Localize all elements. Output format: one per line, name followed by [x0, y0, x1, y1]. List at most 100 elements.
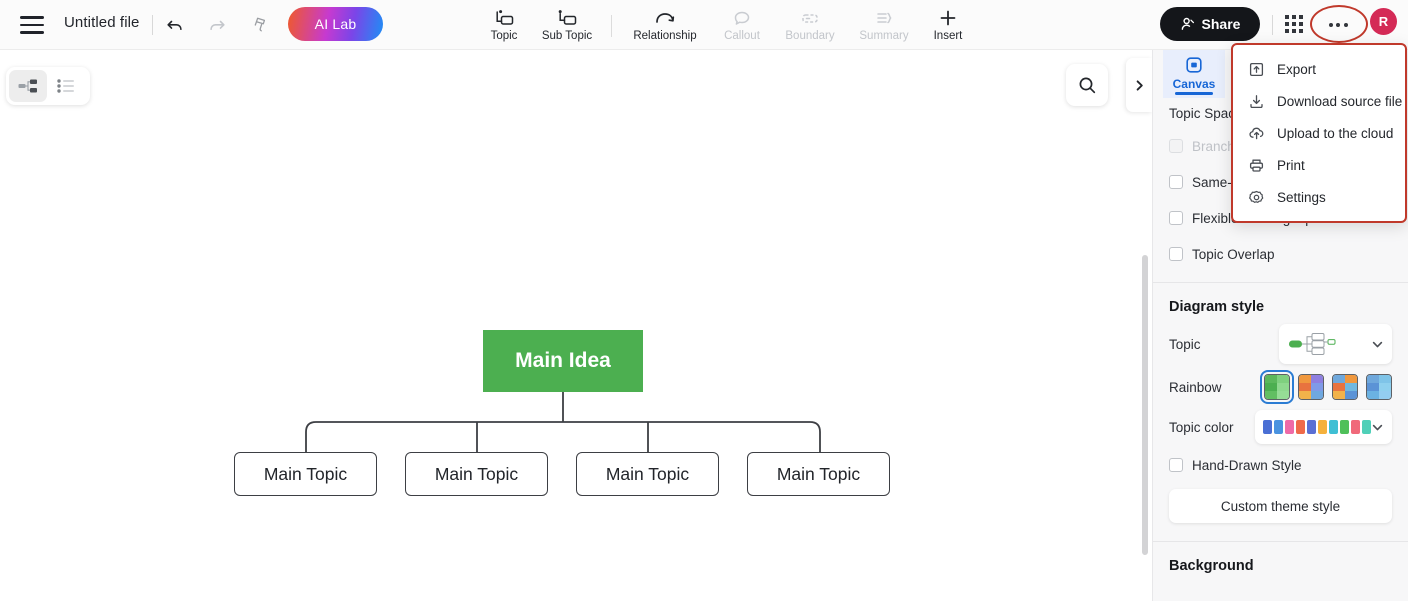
- export-up-box-icon: [1247, 61, 1265, 78]
- menu-item-settings[interactable]: Settings: [1233, 181, 1405, 213]
- view-mode-mindmap-button[interactable]: [9, 70, 47, 102]
- ai-lab-button[interactable]: AI Lab: [288, 7, 383, 41]
- plus-insert-icon: [937, 7, 959, 28]
- callout-bubble-icon: [731, 7, 753, 28]
- menu-item-print[interactable]: Print: [1233, 149, 1405, 181]
- checkbox-topic-overlap[interactable]: Topic Overlap: [1169, 236, 1392, 272]
- hamburger-menu-icon[interactable]: [20, 13, 46, 37]
- chevron-down-icon: [1372, 424, 1383, 430]
- connector-lines: [305, 342, 821, 452]
- user-avatar[interactable]: R: [1370, 8, 1397, 35]
- tool-label: Sub Topic: [541, 30, 593, 42]
- tool-insert[interactable]: Insert: [921, 3, 975, 42]
- chevron-down-icon: [1372, 341, 1383, 347]
- checkbox-box: [1169, 139, 1183, 153]
- tool-relationship[interactable]: Relationship: [619, 3, 711, 42]
- person-share-icon: [1181, 17, 1194, 30]
- rainbow-row: Rainbow: [1169, 367, 1392, 407]
- mindmap-thumbnail-icon: [1287, 331, 1341, 357]
- tool-label: Callout: [724, 30, 760, 42]
- topic-style-row: Topic: [1169, 321, 1392, 367]
- cloud-upload-icon: [1247, 125, 1265, 142]
- tool-label: Insert: [933, 30, 963, 42]
- grid-apps-icon[interactable]: [1285, 15, 1305, 35]
- chevron-right-icon: [1136, 79, 1143, 91]
- view-mode-toggle: [6, 67, 90, 105]
- top-toolbar: Untitled file AI Lab Topic Sub Topic Rel…: [0, 0, 1408, 50]
- outline-view-icon: [57, 79, 74, 93]
- topic-color-row: Topic color: [1169, 407, 1392, 447]
- undo-icon: [167, 20, 182, 30]
- checkbox-box: [1169, 247, 1183, 261]
- tool-label: Topic: [490, 30, 518, 42]
- redo-button[interactable]: [202, 10, 232, 40]
- rainbow-option-blue[interactable]: [1366, 374, 1392, 400]
- menu-item-label: Settings: [1277, 189, 1326, 205]
- tool-label: Relationship: [633, 30, 697, 42]
- topic-style-dropdown[interactable]: [1279, 324, 1392, 364]
- relationship-arrow-icon: [653, 7, 677, 28]
- gear-icon: [1247, 189, 1265, 206]
- file-title[interactable]: Untitled file: [60, 12, 144, 33]
- topic-node[interactable]: Main Topic: [747, 452, 890, 496]
- menu-item-label: Upload to the cloud: [1277, 125, 1394, 141]
- root-node[interactable]: Main Idea: [483, 330, 643, 392]
- search-button[interactable]: [1066, 64, 1108, 106]
- background-section: Background: [1153, 552, 1408, 580]
- checkbox-box: [1169, 211, 1183, 225]
- checkbox-box: [1169, 175, 1183, 189]
- panel-scrollbar[interactable]: [1142, 255, 1148, 555]
- diagram-style-title: Diagram style: [1169, 299, 1265, 315]
- topic-node[interactable]: Main Topic: [576, 452, 719, 496]
- mindmap-view-icon: [18, 79, 37, 93]
- tab-label: Canvas: [1172, 77, 1216, 91]
- panel-collapse-button[interactable]: [1126, 58, 1152, 112]
- topic-color-label: Topic color: [1169, 419, 1234, 435]
- format-painter-button[interactable]: [246, 10, 276, 40]
- canvas-square-icon: [1186, 57, 1202, 73]
- topic-node[interactable]: Main Topic: [234, 452, 377, 496]
- topic-node[interactable]: Main Topic: [405, 452, 548, 496]
- view-mode-outline-button[interactable]: [47, 70, 85, 102]
- tool-sub-topic[interactable]: Sub Topic: [530, 3, 604, 42]
- menu-item-export[interactable]: Export: [1233, 53, 1405, 85]
- summary-bracket-icon: [873, 7, 895, 28]
- menu-item-label: Print: [1277, 157, 1305, 173]
- toolbar-divider-1: [152, 15, 153, 35]
- share-button[interactable]: Share: [1160, 7, 1260, 41]
- menu-item-upload-to-cloud[interactable]: Upload to the cloud: [1233, 117, 1405, 149]
- sub-topic-icon: [556, 7, 578, 28]
- redo-icon: [210, 20, 225, 30]
- printer-icon: [1247, 157, 1265, 174]
- tool-topic[interactable]: Topic: [478, 3, 530, 42]
- tool-divider: [611, 14, 612, 37]
- background-title: Background: [1169, 558, 1254, 574]
- rainbow-label: Rainbow: [1169, 379, 1222, 395]
- checkbox-box: [1169, 458, 1183, 472]
- download-icon: [1247, 93, 1265, 110]
- topic-row-label: Topic: [1169, 336, 1201, 352]
- rainbow-option-warm[interactable]: [1298, 374, 1324, 400]
- checkbox-hand-drawn-style[interactable]: Hand-Drawn Style: [1169, 447, 1392, 483]
- diagram-style-section: Diagram style Topic Rainbow Topic color …: [1153, 293, 1408, 523]
- format-painter-icon: [254, 17, 266, 32]
- rainbow-option-green[interactable]: [1260, 370, 1294, 404]
- tool-callout: Callout: [711, 3, 773, 42]
- tool-boundary: Boundary: [773, 3, 847, 42]
- undo-button[interactable]: [160, 10, 190, 40]
- search-icon: [1079, 77, 1095, 93]
- more-options-button[interactable]: [1322, 10, 1354, 40]
- tool-label: Boundary: [785, 30, 835, 42]
- rainbow-option-orange-blue[interactable]: [1332, 374, 1358, 400]
- share-label: Share: [1201, 16, 1241, 32]
- custom-theme-style-button[interactable]: Custom theme style: [1169, 489, 1392, 523]
- menu-item-download-source-file[interactable]: Download source file: [1233, 85, 1405, 117]
- tool-group: Topic Sub Topic Relationship Callout Bou…: [478, 3, 975, 48]
- rainbow-options: [1260, 370, 1392, 404]
- menu-item-label: Export: [1277, 61, 1317, 77]
- topic-color-dropdown[interactable]: [1255, 410, 1392, 444]
- tab-canvas[interactable]: Canvas: [1163, 50, 1225, 98]
- mindmap-canvas[interactable]: Main Idea Main Topic Main Topic Main Top…: [0, 50, 1150, 601]
- topic-icon: [493, 7, 515, 28]
- topic-color-swatches: [1263, 420, 1371, 434]
